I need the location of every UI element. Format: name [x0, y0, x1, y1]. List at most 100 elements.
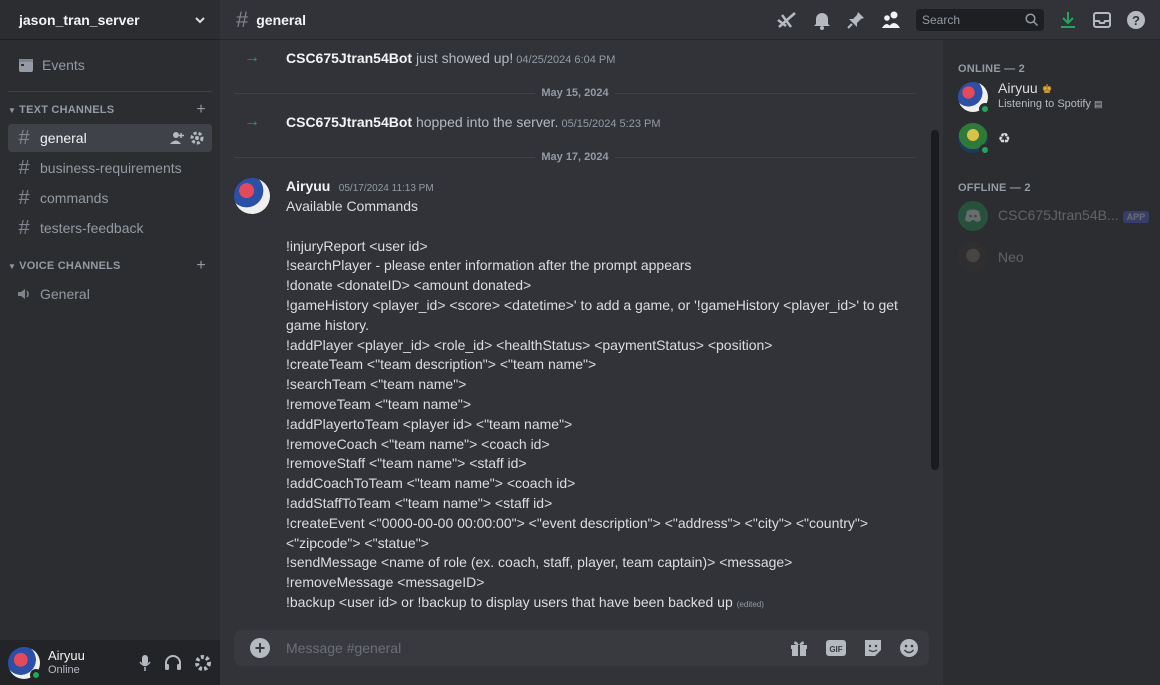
avatar	[958, 81, 991, 115]
inbox-icon[interactable]	[1092, 10, 1112, 30]
system-message: → CSC675Jtran54Bot hopped into the serve…	[220, 112, 920, 132]
avatar[interactable]	[8, 646, 42, 681]
download-icon[interactable]	[1058, 10, 1078, 30]
online-header: ONLINE — 2	[958, 63, 1025, 75]
join-arrow-icon: →	[244, 49, 260, 66]
chevron-down-icon	[195, 16, 205, 23]
threads-icon[interactable]	[776, 10, 798, 30]
message-line	[286, 217, 906, 237]
member-list-icon[interactable]	[880, 10, 902, 30]
bell-icon[interactable]	[812, 10, 832, 30]
category-text-channels[interactable]: ▼ TEXT CHANNELS +	[0, 98, 220, 122]
add-channel-icon[interactable]: +	[196, 257, 206, 275]
message-line: !addPlayer <player_id> <role_id> <health…	[286, 336, 773, 353]
message-author[interactable]: Airyuu	[286, 178, 330, 194]
message-content: Available Commands !injuryReport <user i…	[286, 197, 906, 615]
gear-icon[interactable]	[190, 131, 204, 145]
category-label: VOICE CHANNELS	[19, 260, 121, 272]
message-list[interactable]: → CSC675Jtran54Bot just showed up! 04/25…	[220, 40, 930, 622]
message-timestamp: 05/17/2024 11:13 PM	[338, 183, 434, 194]
avatar[interactable]	[234, 178, 270, 214]
member-list: ONLINE — 2 Airyuu ♚ Listening to Spotify…	[943, 40, 1160, 685]
member-name: CSC675Jtran54B...	[998, 206, 1119, 223]
hash-icon: #	[18, 127, 30, 149]
member-item[interactable]: ♻	[958, 123, 1011, 156]
message-line: <"zipcode"> <"statue">	[286, 534, 429, 551]
activity-card-icon: ▤	[1094, 99, 1103, 109]
chevron-down-icon: ▼	[8, 261, 17, 271]
message-line: game history.	[286, 316, 369, 333]
search-input[interactable]: Search	[916, 8, 1044, 31]
category-voice-channels[interactable]: ▼ VOICE CHANNELS +	[0, 254, 220, 278]
channel-label: commands	[40, 190, 109, 206]
message-line: !removeStaff <"team name"> <staff id>	[286, 455, 527, 472]
message-line: !sendMessage <name of role (ex. coach, s…	[286, 554, 793, 571]
message-timestamp: 05/15/2024 5:23 PM	[558, 118, 661, 130]
message-line: !donate <donateID> <amount donated>	[286, 277, 532, 294]
message-input[interactable]: Message #general	[286, 640, 401, 656]
app-badge: APP	[1122, 210, 1150, 223]
avatar	[958, 242, 988, 272]
events-label: Events	[42, 57, 85, 73]
member-item[interactable]: Airyuu ♚ Listening to Spotify ▤	[958, 80, 1103, 115]
message-line: !searchPlayer - please enter information…	[286, 257, 692, 274]
message-author[interactable]: CSC675Jtran54Bot	[286, 114, 412, 130]
events-link[interactable]: Events	[8, 50, 212, 80]
gif-icon[interactable]: GIF	[825, 639, 847, 657]
member-item[interactable]: Neo	[958, 242, 1024, 272]
channel-sidebar: jason_tran_server Events ▼ TEXT CHANNELS …	[0, 0, 220, 685]
sticker-icon[interactable]	[863, 638, 883, 658]
search-placeholder: Search	[922, 12, 961, 27]
message-line: !removeTeam <"team name">	[286, 395, 472, 412]
settings-gear-icon[interactable]	[194, 654, 212, 672]
svg-text:GIF: GIF	[829, 645, 842, 654]
search-icon	[1025, 13, 1038, 26]
hash-icon: #	[18, 157, 30, 179]
message-composer[interactable]: + Message #general GIF	[234, 630, 929, 666]
divider	[8, 91, 212, 92]
headphones-icon[interactable]	[164, 654, 182, 672]
channel-business-requirements[interactable]: # business-requirements	[8, 154, 212, 182]
member-name: ♻	[998, 129, 1011, 146]
user-name: Airyuu	[48, 647, 85, 663]
channel-general[interactable]: # general	[8, 124, 212, 152]
channel-testers-feedback[interactable]: # testers-feedback	[8, 214, 212, 242]
svg-text:?: ?	[1132, 13, 1140, 28]
message-line: !createTeam <"team description"> <"team …	[286, 356, 597, 373]
help-icon[interactable]: ?	[1126, 10, 1146, 30]
message-line: !addPlayertoTeam <player id> <"team name…	[286, 415, 573, 432]
speaker-icon	[18, 289, 29, 299]
date-divider: May 17, 2024	[234, 151, 916, 163]
scrollbar[interactable]	[931, 130, 939, 470]
channel-label: General	[40, 286, 90, 302]
hash-icon: #	[18, 187, 30, 209]
channel-commands[interactable]: # commands	[8, 184, 212, 212]
member-name: Airyuu	[998, 80, 1038, 96]
voice-channel-general[interactable]: General	[8, 280, 212, 308]
emoji-icon[interactable]	[899, 638, 919, 658]
message-line: !injuryReport <user id>	[286, 237, 428, 254]
calendar-icon	[19, 59, 33, 72]
server-name: jason_tran_server	[19, 11, 140, 28]
offline-header: OFFLINE — 2	[958, 182, 1031, 194]
member-activity: Listening to Spotify	[998, 98, 1091, 110]
message-text: hopped into the server.	[412, 114, 559, 130]
message-author[interactable]: CSC675Jtran54Bot	[286, 50, 412, 66]
message-line: !searchTeam <"team name">	[286, 376, 467, 393]
message-text: just showed up!	[412, 50, 514, 66]
hash-icon: #	[236, 6, 249, 32]
user-panel: Airyuu Online	[0, 640, 220, 685]
microphone-icon[interactable]	[138, 654, 152, 672]
message-line: !removeCoach <"team name"> <coach id>	[286, 435, 550, 452]
add-attachment-icon[interactable]: +	[250, 638, 270, 658]
add-channel-icon[interactable]: +	[196, 101, 206, 119]
hash-icon: #	[18, 217, 30, 239]
member-name: Neo	[998, 248, 1024, 265]
add-member-icon[interactable]	[170, 131, 184, 145]
member-item[interactable]: CSC675Jtran54B... APP	[958, 201, 1150, 231]
online-status-icon	[979, 144, 991, 156]
message-line: Available Commands	[286, 198, 419, 214]
pin-icon[interactable]	[846, 10, 866, 30]
gift-icon[interactable]	[789, 638, 809, 658]
server-header[interactable]: jason_tran_server	[0, 0, 220, 40]
